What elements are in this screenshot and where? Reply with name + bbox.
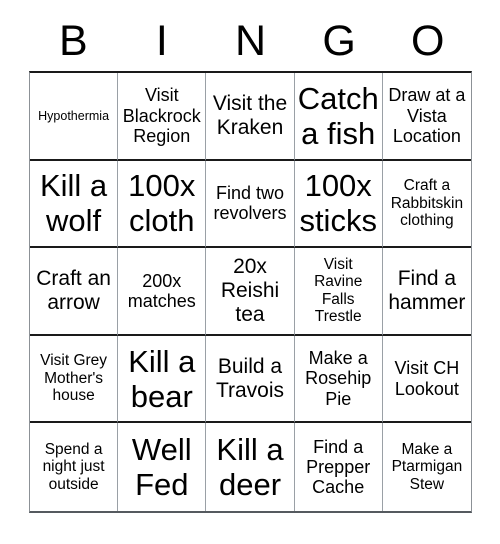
bingo-cell[interactable]: Find two revolvers <box>206 160 295 249</box>
bingo-cell[interactable]: 20x Reishi tea <box>206 248 295 336</box>
bingo-cell-label: Catch a fish <box>297 80 379 151</box>
bingo-header-letter-g: G <box>322 17 356 65</box>
bingo-cell[interactable]: Spend a night just outside <box>30 423 119 511</box>
bingo-cell[interactable]: Kill a deer <box>206 423 295 511</box>
bingo-header-row: B I N G O <box>29 14 472 71</box>
bingo-cell-label: Build a Travois <box>215 354 285 402</box>
bingo-cell[interactable]: Visit Blackrock Region <box>118 73 207 161</box>
bingo-cell[interactable]: Craft a Rabbitskin clothing <box>382 160 471 249</box>
bingo-cell[interactable]: Catch a fish <box>294 73 383 161</box>
bingo-cell-label: Visit the Kraken <box>212 92 288 139</box>
bingo-cell[interactable]: Hypothermia <box>30 73 119 161</box>
bingo-cell-label: Find two revolvers <box>213 183 287 224</box>
bingo-cell-label: Find a Prepper Cache <box>306 436 371 498</box>
bingo-cell-label: Make a Ptarmigan Stew <box>391 440 463 493</box>
bingo-cell[interactable]: Visit CH Lookout <box>382 335 471 424</box>
bingo-cell-label: Draw at a Vista Location <box>388 85 466 146</box>
bingo-cell-label: Kill a deer <box>216 432 284 503</box>
bingo-cell-label: Spend a night just outside <box>42 440 105 493</box>
bingo-cell[interactable]: Build a Travois <box>206 335 295 424</box>
bingo-cell-label: 200x matches <box>127 270 196 311</box>
bingo-cell-label: 20x Reishi tea <box>220 255 280 326</box>
bingo-cell[interactable]: Visit Ravine Falls Trestle <box>294 248 383 336</box>
bingo-cell[interactable]: Visit the Kraken <box>206 73 295 161</box>
bingo-cell[interactable]: Kill a bear <box>118 335 207 424</box>
bingo-cell-label: Hypothermia <box>38 108 110 123</box>
bingo-cell-label: Craft a Rabbitskin clothing <box>390 177 464 230</box>
bingo-cell[interactable]: Visit Grey Mother's house <box>30 335 119 424</box>
bingo-cell[interactable]: 100x cloth <box>118 160 207 249</box>
bingo-cell-label: Craft an arrow <box>36 267 111 314</box>
bingo-header-letter-b: B <box>58 17 88 65</box>
bingo-cell[interactable]: Find a hammer <box>382 248 471 336</box>
bingo-cell-label: Kill a wolf <box>39 168 108 239</box>
bingo-cell[interactable]: Well Fed <box>118 423 207 511</box>
bingo-grid: Hypothermia Visit Blackrock Region Visit… <box>29 71 472 513</box>
bingo-cell[interactable]: Make a Rosehip Pie <box>294 335 383 424</box>
bingo-cell[interactable]: Make a Ptarmigan Stew <box>382 423 471 511</box>
bingo-card: B I N G O Hypothermia Visit Blackrock Re… <box>0 0 500 544</box>
bingo-cell-label: Visit Blackrock Region <box>122 85 201 146</box>
bingo-cell-label: Visit Grey Mother's house <box>40 352 108 405</box>
bingo-cell[interactable]: Find a Prepper Cache <box>294 423 383 511</box>
bingo-cell[interactable]: 200x matches <box>118 248 207 336</box>
bingo-cell-label: 100x cloth <box>128 168 196 239</box>
bingo-cell[interactable]: 100x sticks <box>294 160 383 249</box>
bingo-cell-label: Kill a bear <box>128 343 196 414</box>
bingo-header-letter-o: O <box>410 17 445 65</box>
bingo-cell-label: Visit Ravine Falls Trestle <box>314 255 363 326</box>
bingo-cell-label: Visit CH Lookout <box>394 358 460 399</box>
bingo-cell-label: 100x sticks <box>299 168 377 239</box>
bingo-cell-label: Make a Rosehip Pie <box>305 348 372 409</box>
bingo-cell[interactable]: Draw at a Vista Location <box>382 73 471 161</box>
bingo-cell[interactable]: Craft an arrow <box>30 248 119 336</box>
bingo-header-letter-i: I <box>155 17 168 65</box>
bingo-cell[interactable]: Kill a wolf <box>30 160 119 249</box>
bingo-cell-label: Well Fed <box>131 432 192 503</box>
bingo-header-letter-n: N <box>234 17 267 65</box>
bingo-cell-label: Find a hammer <box>388 267 466 314</box>
